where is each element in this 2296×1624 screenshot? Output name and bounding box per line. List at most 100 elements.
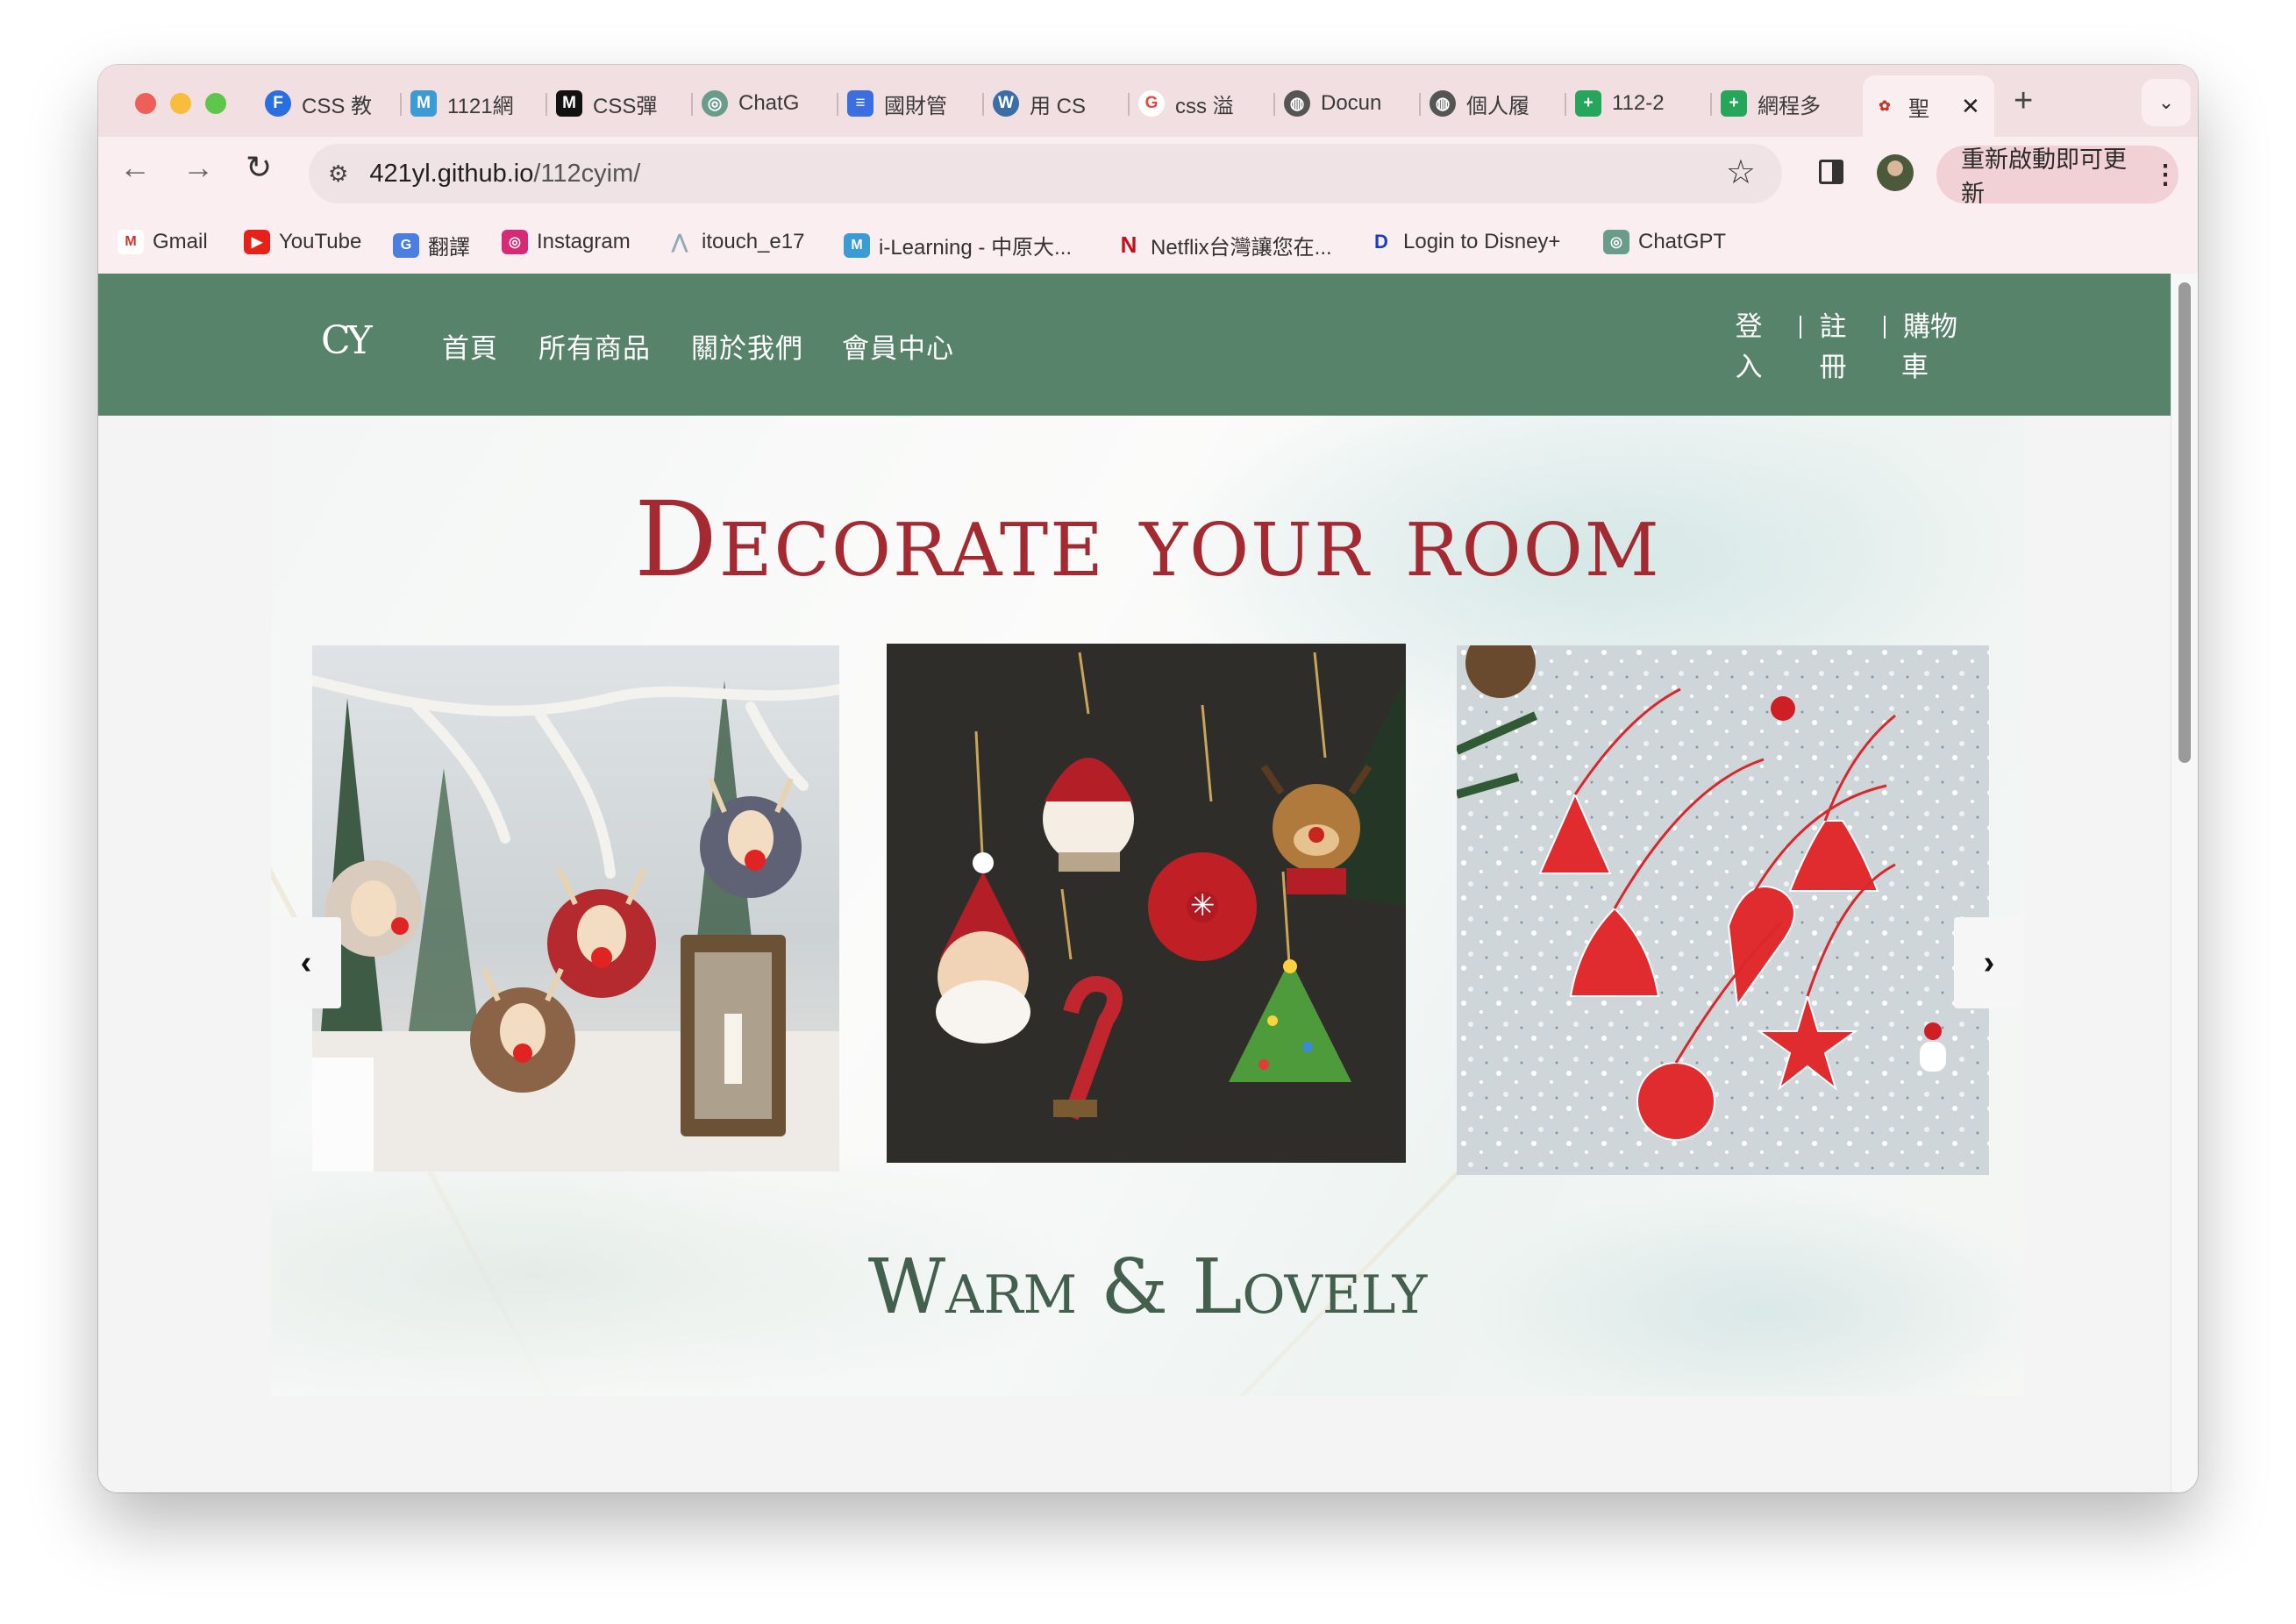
browser-tab[interactable]: + 112-2 bbox=[1566, 79, 1710, 128]
close-tab-icon[interactable]: ✕ bbox=[1961, 93, 1980, 120]
tab-favicon-icon: W bbox=[993, 90, 1019, 117]
netflix-icon: N bbox=[1120, 231, 1137, 258]
browser-tab[interactable]: M CSS彈 bbox=[547, 79, 691, 128]
login-link[interactable]: 登 入 bbox=[1733, 307, 1765, 388]
active-browser-tab[interactable]: ✿ 聖 ✕ bbox=[1863, 75, 1994, 137]
hero-banner: Decorate your room ✳ ‹ › Warm & Lovely bbox=[271, 416, 2024, 1396]
carousel-slide-reindeer[interactable] bbox=[312, 645, 839, 1172]
itouch-icon: ⋀ bbox=[671, 231, 688, 253]
user-link-separator bbox=[1884, 316, 1886, 338]
tab-title: CSS 教 bbox=[302, 94, 373, 118]
bookmark-translate[interactable]: G 翻譯 bbox=[393, 230, 470, 260]
browser-tab[interactable]: G css 溢 bbox=[1130, 79, 1273, 128]
user-link-separator bbox=[1800, 316, 1801, 338]
cart-line1: 購物 bbox=[1903, 311, 1957, 342]
bookmark-label: YouTube bbox=[279, 230, 362, 253]
carousel-next-button[interactable]: › bbox=[1954, 917, 2024, 1008]
tab-favicon-icon: + bbox=[1575, 90, 1601, 117]
ilearning-icon: M bbox=[844, 232, 870, 258]
tab-title: CSS彈 bbox=[593, 94, 658, 118]
page-scrollbar[interactable] bbox=[2171, 274, 2198, 1492]
site-header: CY 首頁 所有商品 關於我們 會員中心 登 入 註 冊 購物 車 bbox=[98, 274, 2171, 416]
bookmark-ilearning[interactable]: M i-Learning - 中原大... bbox=[844, 230, 1072, 260]
tab-title: 1121網 bbox=[447, 94, 514, 118]
bookmarks-bar: M Gmail ▶ YouTube G 翻譯 ◎ Instagram ⋀ ito… bbox=[98, 212, 2198, 274]
tab-search-button[interactable]: ⌄ bbox=[2142, 79, 2191, 126]
felt-ornaments-image: ✳ bbox=[887, 644, 1406, 1163]
site-info-icon[interactable]: ⚙ bbox=[328, 160, 348, 188]
cart-link[interactable]: 購物 車 bbox=[1900, 307, 1961, 388]
register-line2: 冊 bbox=[1819, 352, 1847, 382]
more-menu-icon[interactable]: ⋮ bbox=[2152, 160, 2178, 190]
svg-text:✳: ✳ bbox=[1190, 889, 1216, 922]
tab-title: 個人履 bbox=[1466, 94, 1529, 118]
page-viewport: CY 首頁 所有商品 關於我們 會員中心 登 入 註 冊 購物 車 Decora bbox=[98, 274, 2198, 1492]
nav-all-products[interactable]: 所有商品 bbox=[538, 326, 651, 366]
carousel-slide-wooden[interactable] bbox=[1457, 645, 1989, 1175]
browser-tab[interactable]: ◍ Docun bbox=[1275, 79, 1419, 128]
hero-title: Decorate your room bbox=[634, 479, 1661, 600]
translate-icon: G bbox=[393, 232, 419, 258]
url-path: /112cyim/ bbox=[533, 159, 641, 188]
browser-tab[interactable]: ≡ 國財管 bbox=[838, 79, 982, 128]
close-window-button[interactable] bbox=[135, 93, 156, 114]
youtube-icon: ▶ bbox=[244, 230, 270, 254]
nav-about-us[interactable]: 關於我們 bbox=[691, 326, 803, 366]
bookmark-label: i-Learning - 中原大... bbox=[879, 236, 1073, 260]
tab-favicon-icon: + bbox=[1721, 90, 1747, 117]
bookmark-label: itouch_e17 bbox=[702, 230, 805, 253]
bookmark-instagram[interactable]: ◎ Instagram bbox=[502, 230, 631, 254]
tab-strip: F CSS 教 M 1121網 M CSS彈 ◎ ChatG ≡ 國財管 W 用… bbox=[98, 65, 2198, 137]
tab-title: 用 CS bbox=[1030, 94, 1087, 118]
login-line2: 入 bbox=[1735, 352, 1763, 382]
browser-window: F CSS 教 M 1121網 M CSS彈 ◎ ChatG ≡ 國財管 W 用… bbox=[98, 65, 2198, 1492]
tab-title: ChatG bbox=[738, 91, 800, 115]
nav-member-center[interactable]: 會員中心 bbox=[842, 326, 954, 366]
bookmark-disney[interactable]: D Login to Disney+ bbox=[1368, 230, 1560, 254]
forward-arrow-icon[interactable]: → bbox=[182, 149, 214, 186]
browser-tab[interactable]: + 網程多 bbox=[1712, 79, 1856, 128]
url-host: 421yl.github.io bbox=[369, 159, 534, 188]
minimize-window-button[interactable] bbox=[170, 93, 191, 114]
zoom-window-button[interactable] bbox=[205, 93, 226, 114]
browser-tab[interactable]: F CSS 教 bbox=[256, 79, 400, 128]
tab-title: 國財管 bbox=[884, 94, 947, 118]
cart-line2: 車 bbox=[1901, 352, 1929, 382]
browser-tab[interactable]: M 1121網 bbox=[402, 79, 545, 128]
url-text: 421yl.github.io/112cyim/ bbox=[369, 160, 640, 189]
register-line1: 註 bbox=[1819, 311, 1847, 342]
chatgpt-icon: ◎ bbox=[1603, 230, 1629, 254]
scrollbar-thumb[interactable] bbox=[2178, 282, 2191, 763]
tab-favicon-icon: ✿ bbox=[1872, 93, 1898, 119]
tab-favicon-icon: M bbox=[410, 90, 437, 117]
carousel-slide-felt[interactable]: ✳ bbox=[887, 644, 1406, 1163]
profile-avatar[interactable] bbox=[1877, 154, 1914, 191]
gmail-icon: M bbox=[118, 230, 144, 254]
bookmark-netflix[interactable]: N Netflix台灣讓您在... bbox=[1116, 230, 1332, 260]
update-label: 重新啟動即可更新 bbox=[1961, 146, 2127, 207]
back-arrow-icon[interactable]: ← bbox=[119, 149, 151, 186]
register-link[interactable]: 註 冊 bbox=[1817, 307, 1849, 388]
browser-tab[interactable]: ◍ 個人履 bbox=[1421, 79, 1565, 128]
carousel-prev-button[interactable]: ‹ bbox=[271, 917, 341, 1008]
bookmark-star-icon[interactable]: ☆ bbox=[1726, 153, 1756, 192]
bookmark-chatgpt[interactable]: ◎ ChatGPT bbox=[1603, 230, 1726, 254]
address-bar[interactable]: ⚙ 421yl.github.io/112cyim/ ☆ bbox=[309, 144, 1782, 203]
tab-favicon-icon: ◎ bbox=[702, 90, 728, 117]
tab-favicon-icon: M bbox=[556, 90, 582, 117]
nav-home[interactable]: 首頁 bbox=[442, 326, 498, 366]
bookmark-itouch[interactable]: ⋀ itouch_e17 bbox=[667, 230, 804, 254]
site-logo[interactable]: CY bbox=[321, 319, 386, 363]
tab-title: 112-2 bbox=[1612, 91, 1665, 115]
bookmark-gmail[interactable]: M Gmail bbox=[118, 230, 208, 254]
bookmark-label: ChatGPT bbox=[1638, 230, 1727, 253]
reload-icon[interactable]: ↻ bbox=[246, 149, 272, 186]
browser-tab[interactable]: W 用 CS bbox=[984, 79, 1128, 128]
browser-tab[interactable]: ◎ ChatG bbox=[693, 79, 837, 128]
new-tab-button[interactable]: + bbox=[2014, 82, 2033, 120]
bookmark-label: Netflix台灣讓您在... bbox=[1151, 236, 1332, 260]
relaunch-update-button[interactable]: 重新啟動即可更新 ⋮ bbox=[1936, 146, 2178, 207]
side-panel-icon[interactable] bbox=[1819, 160, 1843, 184]
tab-title: Docun bbox=[1321, 91, 1382, 115]
bookmark-youtube[interactable]: ▶ YouTube bbox=[244, 230, 361, 254]
